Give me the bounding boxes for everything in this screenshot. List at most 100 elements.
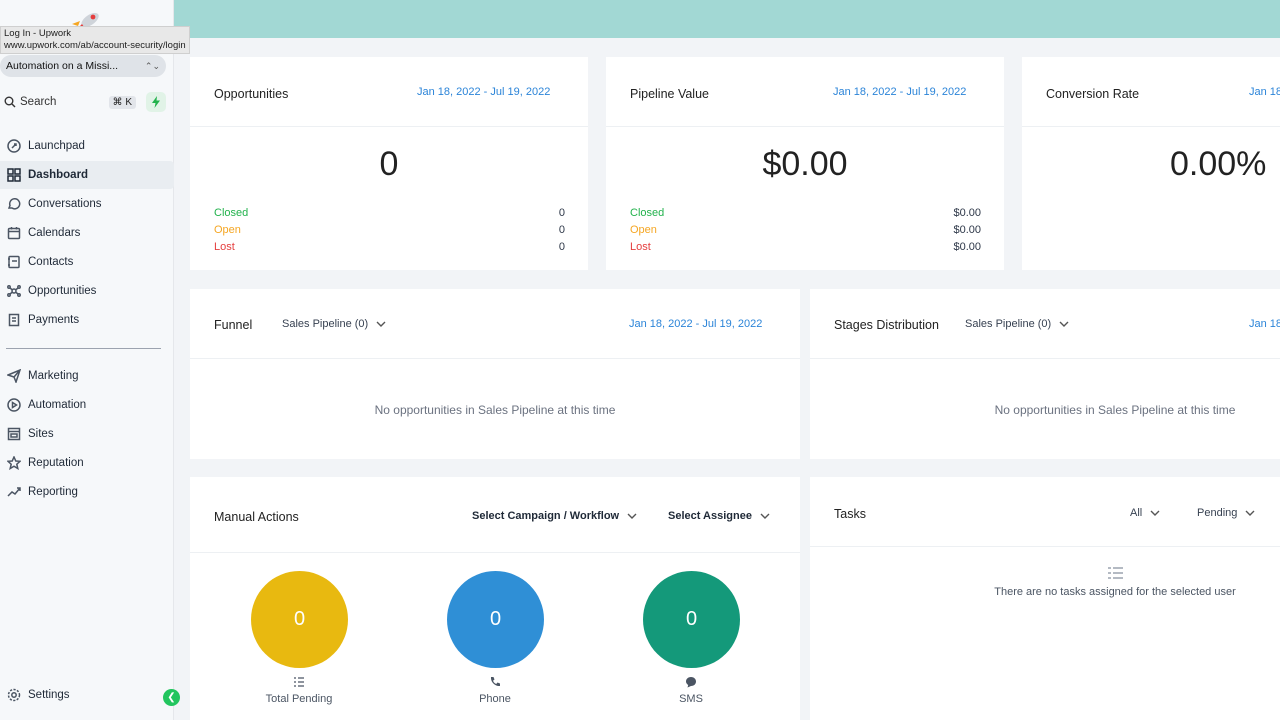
sidebar: Log In - Upwork www.upwork.com/ab/accoun… <box>0 0 190 720</box>
sidebar-item-sites[interactable]: Sites <box>0 420 174 448</box>
sidebar-item-conversations[interactable]: Conversations <box>0 190 174 218</box>
network-icon <box>6 284 21 299</box>
search-icon <box>4 96 16 108</box>
quick-action-button[interactable] <box>146 92 166 112</box>
sidebar-item-automation[interactable]: Automation <box>0 391 174 419</box>
account-name: Automation on a Missi... <box>6 60 119 72</box>
receipt-icon <box>6 313 21 328</box>
chevron-down-icon <box>1150 510 1160 516</box>
pipeline-select[interactable]: Sales Pipeline (0) <box>965 318 1069 330</box>
card-title: Manual Actions <box>214 510 299 524</box>
sidebar-item-marketing[interactable]: Marketing <box>0 362 174 390</box>
contacts-icon <box>6 255 21 270</box>
stat-value: $0.00 <box>953 224 981 236</box>
stat-label: Open <box>630 224 657 236</box>
stat-value: 0 <box>489 608 502 630</box>
pipeline-select[interactable]: Sales Pipeline (0) <box>282 318 386 330</box>
account-switcher[interactable]: Automation on a Missi... ⌃⌄ <box>0 55 166 77</box>
funnel-card: Funnel Sales Pipeline (0) Jan 18, 2022 -… <box>190 289 800 459</box>
stat-value: 0 <box>293 608 306 630</box>
sidebar-search[interactable]: Search ⌘ K <box>4 92 166 112</box>
stat-label: Open <box>214 224 241 236</box>
empty-state-message: There are no tasks assigned for the sele… <box>994 586 1236 598</box>
card-title: Pipeline Value <box>630 87 709 101</box>
task-status-filter[interactable]: Pending <box>1197 507 1255 519</box>
updown-chevron-icon: ⌃⌄ <box>144 60 160 71</box>
chevron-down-icon <box>1245 510 1255 516</box>
sidebar-item-label: Dashboard <box>28 169 89 181</box>
sidebar-item-label: Launchpad <box>28 140 85 152</box>
stat-row-open: Open 0 <box>214 224 565 236</box>
stages-distribution-card: Stages Distribution Sales Pipeline (0) J… <box>810 289 1280 459</box>
chevron-down-icon <box>1059 321 1069 327</box>
pipeline-value-card: Pipeline Value Jan 18, 2022 - Jul 19, 20… <box>606 57 1004 270</box>
stat-row-open: Open $0.00 <box>630 224 981 236</box>
campaign-workflow-select[interactable]: Select Campaign / Workflow <box>472 510 637 522</box>
opportunities-total: 0 <box>379 145 399 183</box>
conversion-rate-total: 0.00% <box>1170 145 1267 183</box>
stat-value: 0 <box>685 608 698 630</box>
sidebar-item-label: Contacts <box>28 256 74 268</box>
card-title: Tasks <box>834 507 866 521</box>
stat-row-closed: Closed 0 <box>214 207 565 219</box>
sidebar-item-settings[interactable]: Settings <box>0 681 174 709</box>
chevron-down-icon <box>760 513 770 519</box>
task-assignee-filter[interactable]: All <box>1130 507 1160 519</box>
assignee-select[interactable]: Select Assignee <box>668 510 770 522</box>
calendar-icon <box>6 226 21 241</box>
card-title: Opportunities <box>214 87 289 101</box>
sidebar-item-reputation[interactable]: Reputation <box>0 449 174 477</box>
pipeline-select-value: Sales Pipeline (0) <box>965 318 1052 330</box>
tooltip-url: www.upwork.com/ab/account-security/login <box>4 40 186 51</box>
browser-link-tooltip: Log In - Upwork www.upwork.com/ab/accoun… <box>0 26 190 54</box>
sidebar-item-contacts[interactable]: Contacts <box>0 248 174 276</box>
stat-row-closed: Closed $0.00 <box>630 207 981 219</box>
phone-circle[interactable]: 0 <box>447 571 544 668</box>
total-pending-circle[interactable]: 0 <box>251 571 348 668</box>
opportunities-card: Opportunities Jan 18, 2022 - Jul 19, 202… <box>190 57 588 270</box>
date-range-link[interactable]: Jan 18, 2022 - Jul 19, 2022 <box>417 86 550 98</box>
stat-value: 0 <box>558 241 565 253</box>
stat-value: $0.00 <box>953 241 981 253</box>
date-range-link[interactable]: Jan 18 <box>1249 86 1280 98</box>
date-range-link[interactable]: Jan 18, 2022 - Jul 19, 2022 <box>629 318 762 330</box>
card-title: Stages Distribution <box>834 318 939 332</box>
sidebar-item-label: Settings <box>28 689 70 701</box>
sidebar-item-label: Calendars <box>28 227 81 239</box>
card-title: Conversion Rate <box>1046 87 1140 101</box>
sidebar-item-dashboard[interactable]: Dashboard <box>0 161 174 189</box>
date-range-link[interactable]: Jan 18, 2022 - Jul 19, 2022 <box>833 86 966 98</box>
task-status-value: Pending <box>1197 507 1238 519</box>
stat-value: 0 <box>558 224 565 236</box>
automation-icon <box>6 398 21 413</box>
stat-label: Phone <box>479 693 511 705</box>
sidebar-item-opportunities[interactable]: Opportunities <box>0 277 174 305</box>
stat-value: 0 <box>558 207 565 219</box>
search-label: Search <box>20 96 57 108</box>
chat-icon <box>6 197 21 212</box>
manual-actions-card: Manual Actions Select Campaign / Workflo… <box>190 477 800 720</box>
rocket-icon <box>6 139 21 154</box>
tooltip-title: Log In - Upwork <box>4 28 72 39</box>
collapse-sidebar-button[interactable]: ❮ <box>163 689 180 706</box>
date-range-link[interactable]: Jan 18 <box>1249 318 1280 330</box>
stat-label: Total Pending <box>265 693 333 705</box>
sidebar-item-label: Conversations <box>28 198 102 210</box>
pipeline-select-value: Sales Pipeline (0) <box>282 318 369 330</box>
task-filter-value: All <box>1130 507 1143 519</box>
sms-circle[interactable]: 0 <box>643 571 740 668</box>
sites-icon <box>6 427 21 442</box>
sidebar-item-calendars[interactable]: Calendars <box>0 219 174 247</box>
sidebar-item-reporting[interactable]: Reporting <box>0 478 174 506</box>
bolt-icon <box>152 96 160 108</box>
send-icon <box>6 369 21 384</box>
tasks-card: Tasks All Pending There are no tasks ass… <box>810 477 1280 720</box>
gear-icon <box>6 688 21 703</box>
sidebar-item-label: Sites <box>28 428 54 440</box>
chevron-down-icon <box>376 321 386 327</box>
sidebar-item-payments[interactable]: Payments <box>0 306 174 334</box>
sidebar-divider <box>6 348 161 349</box>
sidebar-item-launchpad[interactable]: Launchpad <box>0 132 174 160</box>
star-icon <box>6 456 21 471</box>
stat-row-lost: Lost $0.00 <box>630 241 981 253</box>
